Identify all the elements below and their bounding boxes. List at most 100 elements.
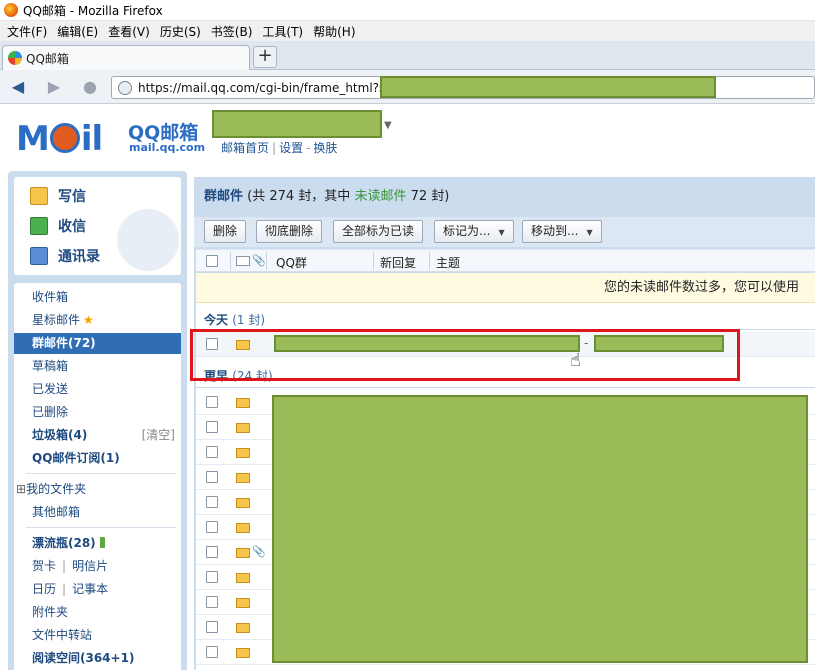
postcard-link[interactable]: 明信片 (72, 559, 108, 573)
divider (26, 527, 176, 528)
compose-button[interactable]: 写信 (30, 186, 86, 206)
mark-all-read-button[interactable]: 全部标为已读 (333, 220, 424, 243)
folder-drafts[interactable]: 草稿箱 (14, 356, 181, 377)
row-checkbox[interactable] (206, 571, 218, 583)
penguin-watermark-icon (117, 209, 179, 271)
move-to-dropdown[interactable]: 移动到... ▼ (522, 220, 602, 243)
settings-link[interactable]: 设置 (279, 141, 303, 155)
tab-qqmail[interactable]: QQ邮箱 (2, 45, 250, 70)
row-checkbox[interactable] (206, 446, 218, 458)
row-checkbox[interactable] (206, 646, 218, 658)
menu-history[interactable]: 历史(S) (155, 23, 206, 40)
row-checkbox[interactable] (206, 546, 218, 558)
redacted-mail-rows (272, 395, 808, 663)
folder-deleted[interactable]: 已删除 (14, 402, 181, 423)
move-to-label: 移动到... (531, 224, 579, 238)
sidebar: 写信 收信 通讯录 收件箱 星标邮件 ★ 群邮件(72) 草稿箱 已发送 已删除 … (8, 171, 187, 670)
header-links: 邮箱首页 | 设置 - 换肤 (221, 141, 338, 155)
row-checkbox[interactable] (206, 396, 218, 408)
reload-icon[interactable]: ● (80, 77, 100, 97)
notebook-link[interactable]: 记事本 (72, 582, 108, 596)
calendar-row: 日历 | 记事本 (32, 582, 109, 596)
group-header-today: 今天 (1 封) (204, 311, 265, 328)
receive-label: 收信 (58, 219, 86, 235)
drift-bottle-link[interactable]: 漂流瓶(28) (14, 533, 181, 554)
row-checkbox[interactable] (206, 621, 218, 633)
address-url: https://mail.qq.com/cgi-bin/frame_html?s… (138, 80, 407, 95)
row-checkbox[interactable] (206, 521, 218, 533)
navigation-bar: ◀ ▶ ● https://mail.qq.com/cgi-bin/frame_… (0, 70, 815, 104)
folder-inbox[interactable]: 收件箱 (14, 287, 181, 308)
calendar-link[interactable]: 日历 (32, 582, 56, 596)
envelope-unread-icon (236, 598, 250, 608)
row-checkbox[interactable] (206, 421, 218, 433)
row-checkbox[interactable] (206, 596, 218, 608)
folder-sent[interactable]: 已发送 (14, 379, 181, 400)
contacts-label: 通讯录 (58, 249, 100, 265)
attachments-link[interactable]: 附件夹 (14, 602, 181, 623)
column-subject[interactable]: 主题 (436, 254, 460, 271)
mail-toolbar: 删除 彻底删除 全部标为已读 标记为... ▼ 移动到... ▼ (194, 217, 815, 247)
back-arrow-icon[interactable]: ◀ (8, 77, 28, 97)
forward-arrow-icon[interactable]: ▶ (44, 77, 64, 97)
change-skin-link[interactable]: 换肤 (313, 141, 337, 155)
today-count: (1 封) (232, 313, 266, 327)
unread-mail-link[interactable]: 未读邮件 (354, 189, 406, 204)
menu-help[interactable]: 帮助(H) (308, 23, 360, 40)
mail-header: Mil QQ邮箱 mail.qq.com ▼ 邮箱首页 | 设置 - 换肤 (0, 105, 815, 171)
delete-button[interactable]: 删除 (204, 220, 247, 243)
select-all-checkbox[interactable] (206, 255, 218, 267)
folder-list: 收件箱 星标邮件 ★ 群邮件(72) 草稿箱 已发送 已删除 垃圾箱(4) [清空]… (14, 283, 181, 670)
window-titlebar: QQ邮箱 - Mozilla Firefox (0, 0, 815, 21)
menu-view[interactable]: 查看(V) (103, 23, 155, 40)
file-transfer-link[interactable]: 文件中转站 (14, 625, 181, 646)
mail-list-panel: 群邮件 (共 274 封，其中 未读邮件 72 封) 删除 彻底删除 全部标为已… (194, 177, 815, 670)
new-tab-button[interactable]: + (253, 46, 277, 68)
mark-as-dropdown[interactable]: 标记为... ▼ (434, 220, 514, 243)
drift-bottle-label: 漂流瓶(28) (32, 536, 96, 550)
receive-button[interactable]: 收信 (30, 216, 86, 236)
folder-title: 群邮件 (204, 189, 244, 204)
folder-subscriptions[interactable]: QQ邮件订阅(1) (14, 448, 181, 469)
envelope-unread-icon (236, 573, 250, 583)
column-new-reply[interactable]: 新回复 (380, 254, 416, 271)
envelope-unread-icon (236, 523, 250, 533)
mailbox-home-link[interactable]: 邮箱首页 (221, 141, 269, 155)
download-icon (30, 217, 48, 235)
star-icon: ★ (83, 313, 94, 327)
row-checkbox[interactable] (206, 471, 218, 483)
delete-permanent-button[interactable]: 彻底删除 (256, 220, 323, 243)
envelope-unread-icon (236, 398, 250, 408)
tab-strip: QQ邮箱 + (0, 41, 815, 70)
folder-other-mailbox[interactable]: 其他邮箱 (14, 502, 181, 523)
divider (26, 473, 176, 474)
brand-en: mail.qq.com (129, 141, 206, 154)
menu-edit[interactable]: 编辑(E) (52, 23, 103, 40)
column-qq-group[interactable]: QQ群 (276, 254, 307, 271)
folder-spam[interactable]: 垃圾箱(4) [清空] (14, 425, 181, 446)
pencil-icon (30, 187, 48, 205)
tab-label: QQ邮箱 (26, 51, 69, 66)
qq-favicon-icon (8, 51, 22, 65)
reading-space-link[interactable]: 阅读空间(364+1) (14, 648, 181, 669)
contacts-button[interactable]: 通讯录 (30, 246, 100, 266)
greeting-card-link[interactable]: 贺卡 (32, 559, 56, 573)
account-dropdown-icon[interactable]: ▼ (384, 120, 392, 131)
folder-my-folders[interactable]: ⊞我的文件夹 (14, 479, 181, 500)
mark-as-label: 标记为... (443, 224, 491, 238)
envelope-unread-icon (236, 448, 250, 458)
folder-group-mail[interactable]: 群邮件(72) (14, 333, 181, 354)
redacted-sid (380, 76, 716, 98)
row-checkbox[interactable] (206, 496, 218, 508)
menu-file[interactable]: 文件(F) (2, 23, 52, 40)
menubar: 文件(F) 编辑(E) 查看(V) 历史(S) 书签(B) 工具(T) 帮助(H… (0, 21, 815, 41)
spam-clear-link[interactable]: [清空] (142, 425, 175, 446)
menu-tools[interactable]: 工具(T) (257, 23, 308, 40)
highlight-box (190, 329, 740, 381)
cards-row: 贺卡 | 明信片 (32, 559, 109, 573)
folder-starred[interactable]: 星标邮件 ★ (14, 310, 181, 331)
expand-toggle-icon[interactable]: ⊞ (16, 482, 26, 496)
chevron-down-icon: ▼ (498, 228, 505, 237)
qqmail-logo[interactable]: Mil (16, 119, 103, 159)
menu-bookmarks[interactable]: 书签(B) (206, 23, 258, 40)
